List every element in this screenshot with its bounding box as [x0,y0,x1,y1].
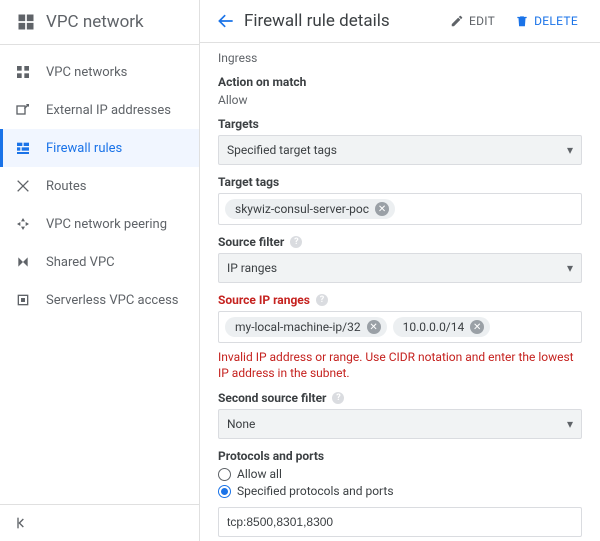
trash-icon [515,14,529,28]
routes-icon [14,177,32,195]
sidebar-item-label: VPC networks [46,65,127,80]
chip: skywiz-consul-server-poc ✕ [225,199,395,219]
pencil-icon [450,14,464,28]
sidebar-item-vpc-networks[interactable]: VPC networks [0,53,199,91]
peering-icon [14,215,32,233]
chip-remove-icon[interactable]: ✕ [367,320,381,334]
chip-label: skywiz-consul-server-poc [235,202,369,216]
sidebar-item-shared-vpc[interactable]: Shared VPC [0,243,199,281]
sidebar-item-label: Routes [46,179,86,194]
content: Ingress Action on match Allow Targets Sp… [200,43,600,541]
topbar: Firewall rule details EDIT DELETE [200,0,600,43]
sidebar-item-label: Serverless VPC access [46,293,179,308]
radio-icon [218,485,231,498]
sidebar: VPC network VPC networks External IP add… [0,0,200,541]
radio-label: Allow all [237,467,282,481]
sidebar-item-label: VPC network peering [46,217,167,232]
edit-label: EDIT [469,14,495,28]
chip-label: 10.0.0.0/14 [403,320,465,334]
protocols-label: Protocols and ports [218,449,582,463]
targets-select-value: Specified target tags [227,143,337,157]
source-ip-label: Source IP ranges ? [218,293,582,307]
edit-button[interactable]: EDIT [444,10,501,32]
help-icon[interactable]: ? [316,294,328,306]
page-title: Firewall rule details [244,11,436,31]
chip: 10.0.0.0/14 ✕ [393,317,491,337]
radio-icon [218,468,231,481]
sidebar-item-external-ip[interactable]: External IP addresses [0,91,199,129]
chip-label: my-local-machine-ip/32 [235,320,361,334]
protocols-input[interactable] [218,507,582,537]
second-filter-label-text: Second source filter [218,391,326,405]
source-filter-value: IP ranges [227,261,277,275]
second-filter-value: None [227,417,255,431]
chevron-down-icon: ▾ [567,143,573,157]
help-icon[interactable]: ? [332,392,344,404]
main: Firewall rule details EDIT DELETE Ingres… [200,0,600,541]
source-ip-error: Invalid IP address or range. Use CIDR no… [218,349,582,381]
target-tags-label: Target tags [218,175,582,189]
chip-remove-icon[interactable]: ✕ [375,202,389,216]
sidebar-item-label: Firewall rules [46,141,122,156]
shared-vpc-icon [14,253,32,271]
direction-value: Ingress [218,51,582,65]
radio-label: Specified protocols and ports [237,484,394,498]
serverless-icon [14,291,32,309]
delete-button[interactable]: DELETE [509,10,584,32]
firewall-icon [14,139,32,157]
source-ip-label-text: Source IP ranges [218,293,310,307]
grid-icon [14,63,32,81]
action-value: Allow [218,93,582,107]
sidebar-nav: VPC networks External IP addresses Firew… [0,45,199,504]
vpc-product-icon [16,12,36,32]
external-ip-icon [14,101,32,119]
chip: my-local-machine-ip/32 ✕ [225,317,387,337]
chevron-down-icon: ▾ [567,417,573,431]
sidebar-collapse[interactable] [0,504,199,541]
back-button[interactable] [216,11,236,31]
collapse-icon [14,515,30,531]
sidebar-item-firewall-rules[interactable]: Firewall rules [0,129,199,167]
targets-label: Targets [218,117,582,131]
action-label: Action on match [218,75,582,89]
chip-remove-icon[interactable]: ✕ [470,320,484,334]
radio-specified[interactable]: Specified protocols and ports [218,484,582,498]
radio-allow-all[interactable]: Allow all [218,467,582,481]
source-filter-label-text: Source filter [218,235,284,249]
source-filter-label: Source filter ? [218,235,582,249]
second-filter-label: Second source filter ? [218,391,582,405]
targets-select[interactable]: Specified target tags ▾ [218,135,582,165]
sidebar-item-routes[interactable]: Routes [0,167,199,205]
source-filter-select[interactable]: IP ranges ▾ [218,253,582,283]
sidebar-item-serverless[interactable]: Serverless VPC access [0,281,199,319]
source-ip-input[interactable]: my-local-machine-ip/32 ✕ 10.0.0.0/14 ✕ [218,311,582,343]
sidebar-item-peering[interactable]: VPC network peering [0,205,199,243]
delete-label: DELETE [534,14,578,28]
sidebar-item-label: Shared VPC [46,255,115,270]
chevron-down-icon: ▾ [567,261,573,275]
second-filter-select[interactable]: None ▾ [218,409,582,439]
sidebar-header: VPC network [0,0,199,45]
help-icon[interactable]: ? [290,236,302,248]
product-title: VPC network [46,12,144,32]
sidebar-item-label: External IP addresses [46,103,171,118]
target-tags-input[interactable]: skywiz-consul-server-poc ✕ [218,193,582,225]
